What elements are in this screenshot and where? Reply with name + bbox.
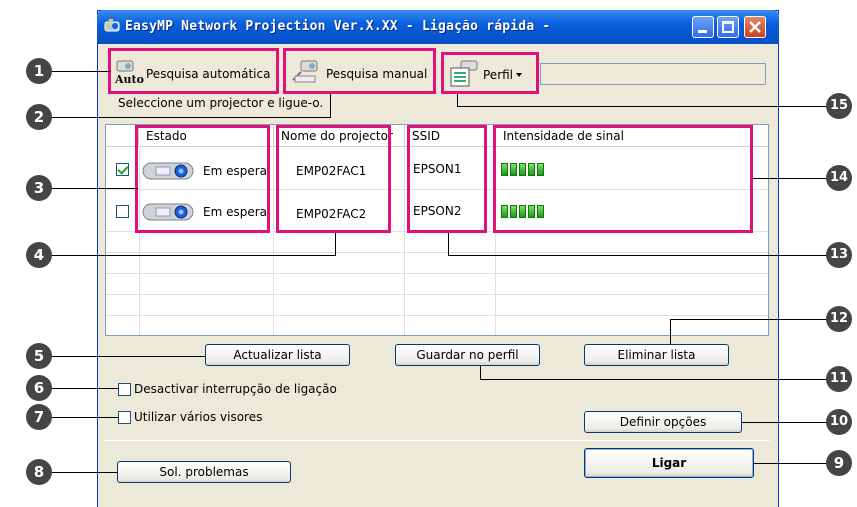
callout-7: 7 [26, 404, 52, 430]
callout-14: 14 [826, 165, 852, 191]
callout-4: 4 [26, 242, 52, 268]
close-icon [749, 21, 761, 33]
callout-line [670, 319, 827, 320]
minimize-icon [698, 30, 707, 33]
manual-search-button[interactable]: Pesquisa manual [288, 54, 432, 90]
chevron-down-icon [516, 73, 522, 77]
troubleshoot-button[interactable]: Sol. problemas [117, 461, 291, 483]
grid-line [404, 147, 405, 335]
callout-line [335, 233, 336, 255]
ssid-column-highlight [407, 125, 487, 233]
profile-label: Perfil [483, 68, 514, 82]
row-2-checkbox[interactable] [116, 205, 129, 218]
profile-path-field [540, 63, 766, 85]
callout-5: 5 [26, 343, 52, 369]
row-1-checkbox[interactable] [116, 163, 129, 176]
callout-11: 11 [826, 366, 852, 392]
callout-9: 9 [826, 450, 852, 476]
profile-list-icon [450, 60, 478, 87]
multi-display-label: Utilizar vários visores [134, 410, 263, 424]
callout-3: 3 [26, 175, 52, 201]
callout-line [38, 356, 206, 357]
callout-10: 10 [826, 409, 852, 435]
projector-search-icon [116, 60, 134, 72]
name-column-highlight [276, 125, 391, 233]
grid-line [273, 147, 274, 335]
callout-line [480, 366, 481, 379]
callout-13: 13 [826, 242, 852, 268]
callout-8: 8 [26, 459, 52, 485]
delete-list-button[interactable]: Eliminar lista [584, 344, 729, 366]
connect-button[interactable]: Ligar [584, 448, 754, 478]
maximize-icon [722, 21, 734, 33]
disable-interrupt-label: Desactivar interrupção de ligação [134, 382, 337, 396]
signal-column-highlight [493, 125, 753, 233]
callout-line [38, 255, 336, 256]
window-title: EasyMP Network Projection Ver.X.XX - Lig… [125, 19, 551, 34]
callout-line [330, 94, 331, 117]
callout-1: 1 [26, 58, 52, 84]
disable-interrupt-checkbox[interactable] [118, 383, 131, 396]
grid-line [106, 252, 768, 253]
callout-line [753, 178, 827, 179]
callout-line [457, 94, 458, 106]
set-options-button[interactable]: Definir opções [584, 411, 742, 433]
manual-search-icon [292, 60, 318, 83]
instruction-text: Seleccione um projector e ligue-o. [118, 96, 324, 110]
grid-line [106, 273, 768, 274]
multi-display-checkbox[interactable] [118, 411, 131, 424]
auto-icon-text: Auto [115, 73, 144, 86]
profile-menu-button[interactable]: Perfil [446, 57, 536, 89]
close-button[interactable] [744, 16, 766, 38]
callout-line [480, 379, 827, 380]
callout-line [457, 106, 827, 107]
callout-6: 6 [26, 375, 52, 401]
save-to-profile-button[interactable]: Guardar no perfil [395, 344, 540, 366]
callout-line [448, 233, 449, 255]
app-icon [104, 19, 120, 32]
callout-line [670, 319, 671, 344]
manual-search-label: Pesquisa manual [326, 67, 428, 81]
callout-line [754, 463, 827, 464]
grid-line [106, 315, 768, 316]
auto-search-button[interactable]: Auto Pesquisa automática [112, 54, 276, 90]
auto-search-label: Pesquisa automática [146, 67, 271, 81]
callout-15: 15 [826, 93, 852, 119]
grid-line [106, 294, 768, 295]
minimize-button[interactable] [692, 16, 714, 38]
callout-2: 2 [26, 104, 52, 130]
status-column-highlight [135, 125, 270, 233]
update-list-button[interactable]: Actualizar lista [205, 344, 350, 366]
divider [104, 440, 770, 441]
callout-12: 12 [826, 306, 852, 332]
maximize-button[interactable] [717, 16, 739, 38]
callout-line [448, 255, 827, 256]
callout-line [38, 188, 138, 189]
callout-line [742, 422, 827, 423]
callout-line [38, 117, 331, 118]
